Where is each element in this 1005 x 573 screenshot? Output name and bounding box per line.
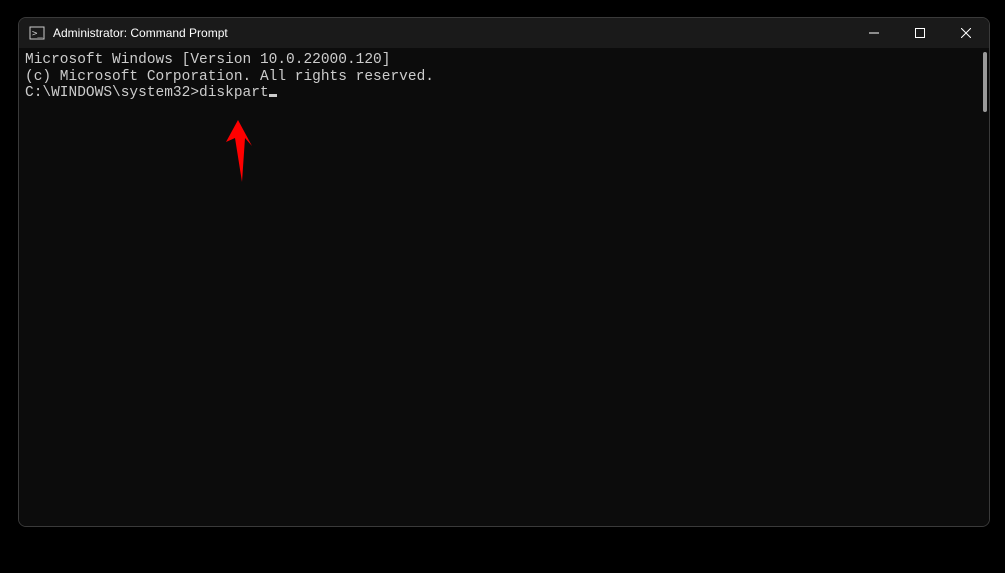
typed-command: diskpart	[199, 85, 269, 101]
maximize-button[interactable]	[897, 18, 943, 48]
text-cursor	[269, 94, 277, 97]
svg-text:>_: >_	[32, 29, 43, 39]
close-button[interactable]	[943, 18, 989, 48]
close-icon	[961, 28, 971, 38]
scrollbar-thumb[interactable]	[983, 52, 987, 112]
terminal-body[interactable]: Microsoft Windows [Version 10.0.22000.12…	[19, 48, 989, 526]
prompt-text: C:\WINDOWS\system32>	[25, 85, 199, 101]
output-line: Microsoft Windows [Version 10.0.22000.12…	[25, 52, 983, 69]
maximize-icon	[915, 28, 925, 38]
cmd-icon: >_	[29, 25, 45, 41]
prompt-row: C:\WINDOWS\system32>diskpart	[25, 85, 983, 102]
output-line: (c) Microsoft Corporation. All rights re…	[25, 69, 983, 86]
command-prompt-window: >_ Administrator: Command Prompt	[18, 17, 990, 527]
titlebar[interactable]: >_ Administrator: Command Prompt	[19, 18, 989, 48]
minimize-button[interactable]	[851, 18, 897, 48]
window-controls	[851, 18, 989, 48]
minimize-icon	[869, 28, 879, 38]
window-title: Administrator: Command Prompt	[53, 26, 228, 40]
